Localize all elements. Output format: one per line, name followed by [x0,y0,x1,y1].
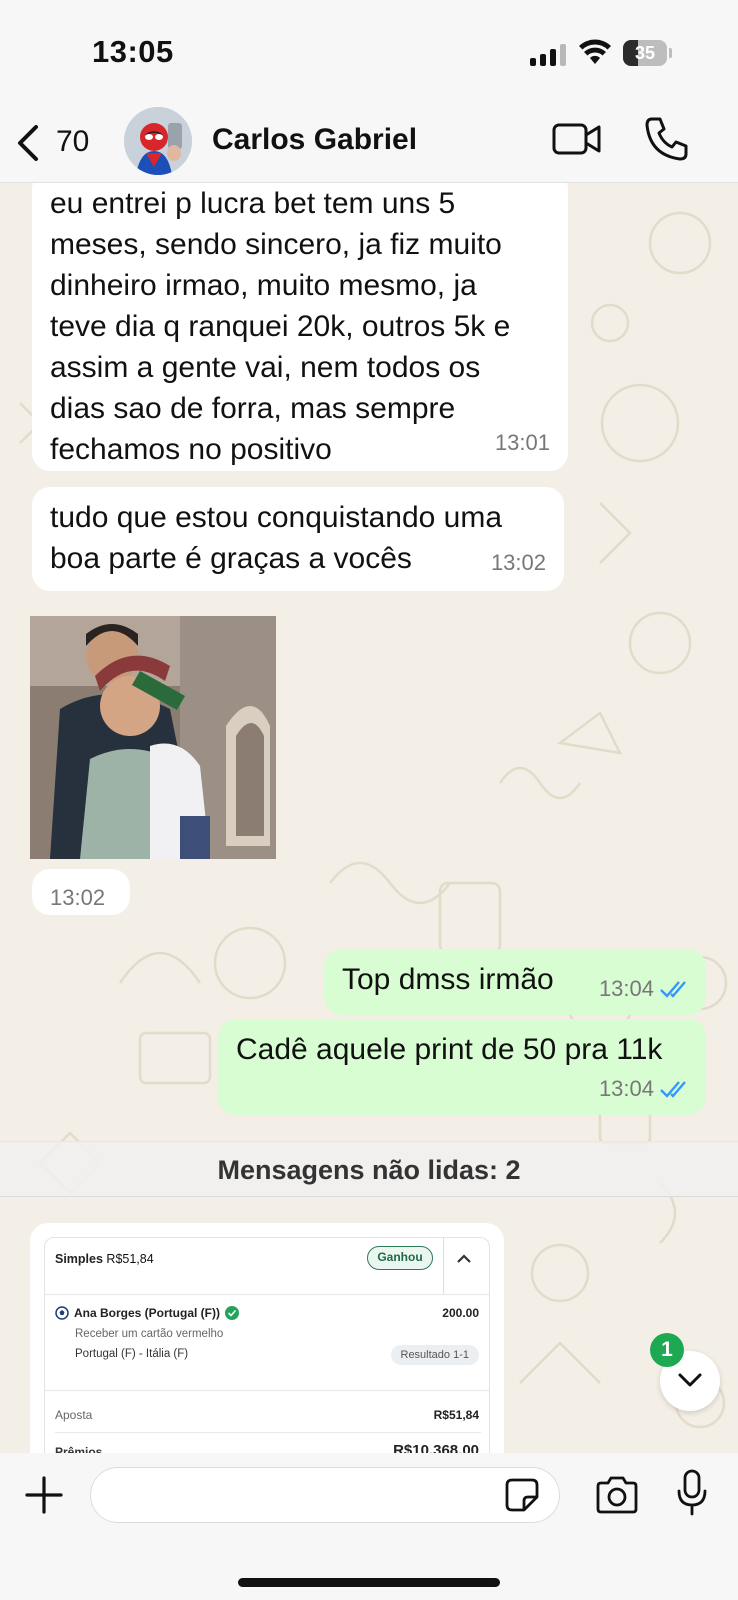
avatar[interactable] [124,107,192,175]
bet-header-stake: R$51,84 [106,1252,154,1266]
message-text: Top dmss irmão [342,963,554,996]
image-time-bubble: 13:02 [32,869,130,915]
chevron-left-icon[interactable] [14,123,44,163]
wifi-icon [579,39,611,64]
battery-percent: 35 [634,43,656,63]
unread-divider: Mensagens não lidas: 2 [0,1141,738,1197]
status-time: 13:05 [92,34,174,69]
camera-icon[interactable] [594,1475,640,1515]
message-time: 13:02 [50,885,106,910]
message-time: 13:01 [494,430,550,455]
message-input[interactable] [90,1467,560,1523]
plus-icon[interactable] [24,1475,64,1515]
bet-selection: Ana Borges (Portugal (F)) [55,1306,239,1320]
bet-header: Simples R$51,84 [55,1252,154,1266]
message-text: tudo que estou conquistando uma boa part… [50,501,503,575]
bet-odds: 200.00 [442,1306,479,1320]
message-bubble-incoming[interactable]: eu entrei p lucra bet tem uns 5 meses, s… [32,183,568,471]
contact-name[interactable]: Carlos Gabriel [212,123,417,157]
double-check-icon [660,1080,686,1098]
chat-header: 70 Carlos Gabriel [0,105,738,183]
prize-value: R$10.368,00 [393,1442,479,1453]
message-text: eu entrei p lucra bet tem uns 5 meses, s… [50,187,511,466]
back-unread-count[interactable]: 70 [56,125,89,159]
image-message-bet-slip[interactable]: Simples R$51,84 Ganhou Ana Borges (Portu… [30,1223,504,1453]
message-bubble-incoming[interactable]: tudo que estou conquistando uma boa part… [32,487,564,591]
message-bubble-outgoing[interactable]: Top dmss irmão 13:04 [324,949,706,1015]
stake-value: R$51,84 [433,1408,479,1422]
chevron-up-icon [457,1254,471,1263]
message-text: Cadê aquele print de 50 pra 11k [236,1033,663,1066]
home-indicator [238,1578,500,1587]
message-time: 13:02 [490,550,546,575]
message-time: 13:04 [598,976,654,1001]
video-call-icon[interactable] [552,119,602,159]
bet-match: Portugal (F) - Itália (F) [75,1348,189,1360]
microphone-icon[interactable] [676,1469,708,1517]
image-message[interactable] [30,616,276,859]
double-check-icon [660,980,686,998]
phone-call-icon[interactable] [644,115,688,161]
signal-icon [530,44,566,66]
sticker-icon[interactable] [504,1477,540,1513]
message-time: 13:04 [598,1076,654,1101]
bet-slip: Simples R$51,84 Ganhou Ana Borges (Portu… [44,1237,490,1453]
status-bar: 13:05 35 [0,0,738,105]
prize-label: Prêmios [55,1445,103,1453]
bet-type: Simples [55,1252,103,1266]
composer-bar [0,1453,738,1600]
status-badge: Ganhou [367,1246,433,1270]
bet-result: Resultado 1-1 [390,1345,479,1365]
soccer-ball-icon [55,1306,69,1320]
battery-icon: 35 [623,40,672,66]
stake-label: Aposta [55,1408,93,1422]
chevron-down-icon [678,1373,702,1387]
chat-area[interactable]: eu entrei p lucra bet tem uns 5 meses, s… [0,183,738,1453]
message-bubble-outgoing[interactable]: Cadê aquele print de 50 pra 11k 13:04 [218,1019,706,1115]
unread-count-badge: 1 [650,1333,684,1367]
verified-check-icon [225,1306,239,1320]
bet-market: Receber um cartão vermelho [75,1328,224,1340]
